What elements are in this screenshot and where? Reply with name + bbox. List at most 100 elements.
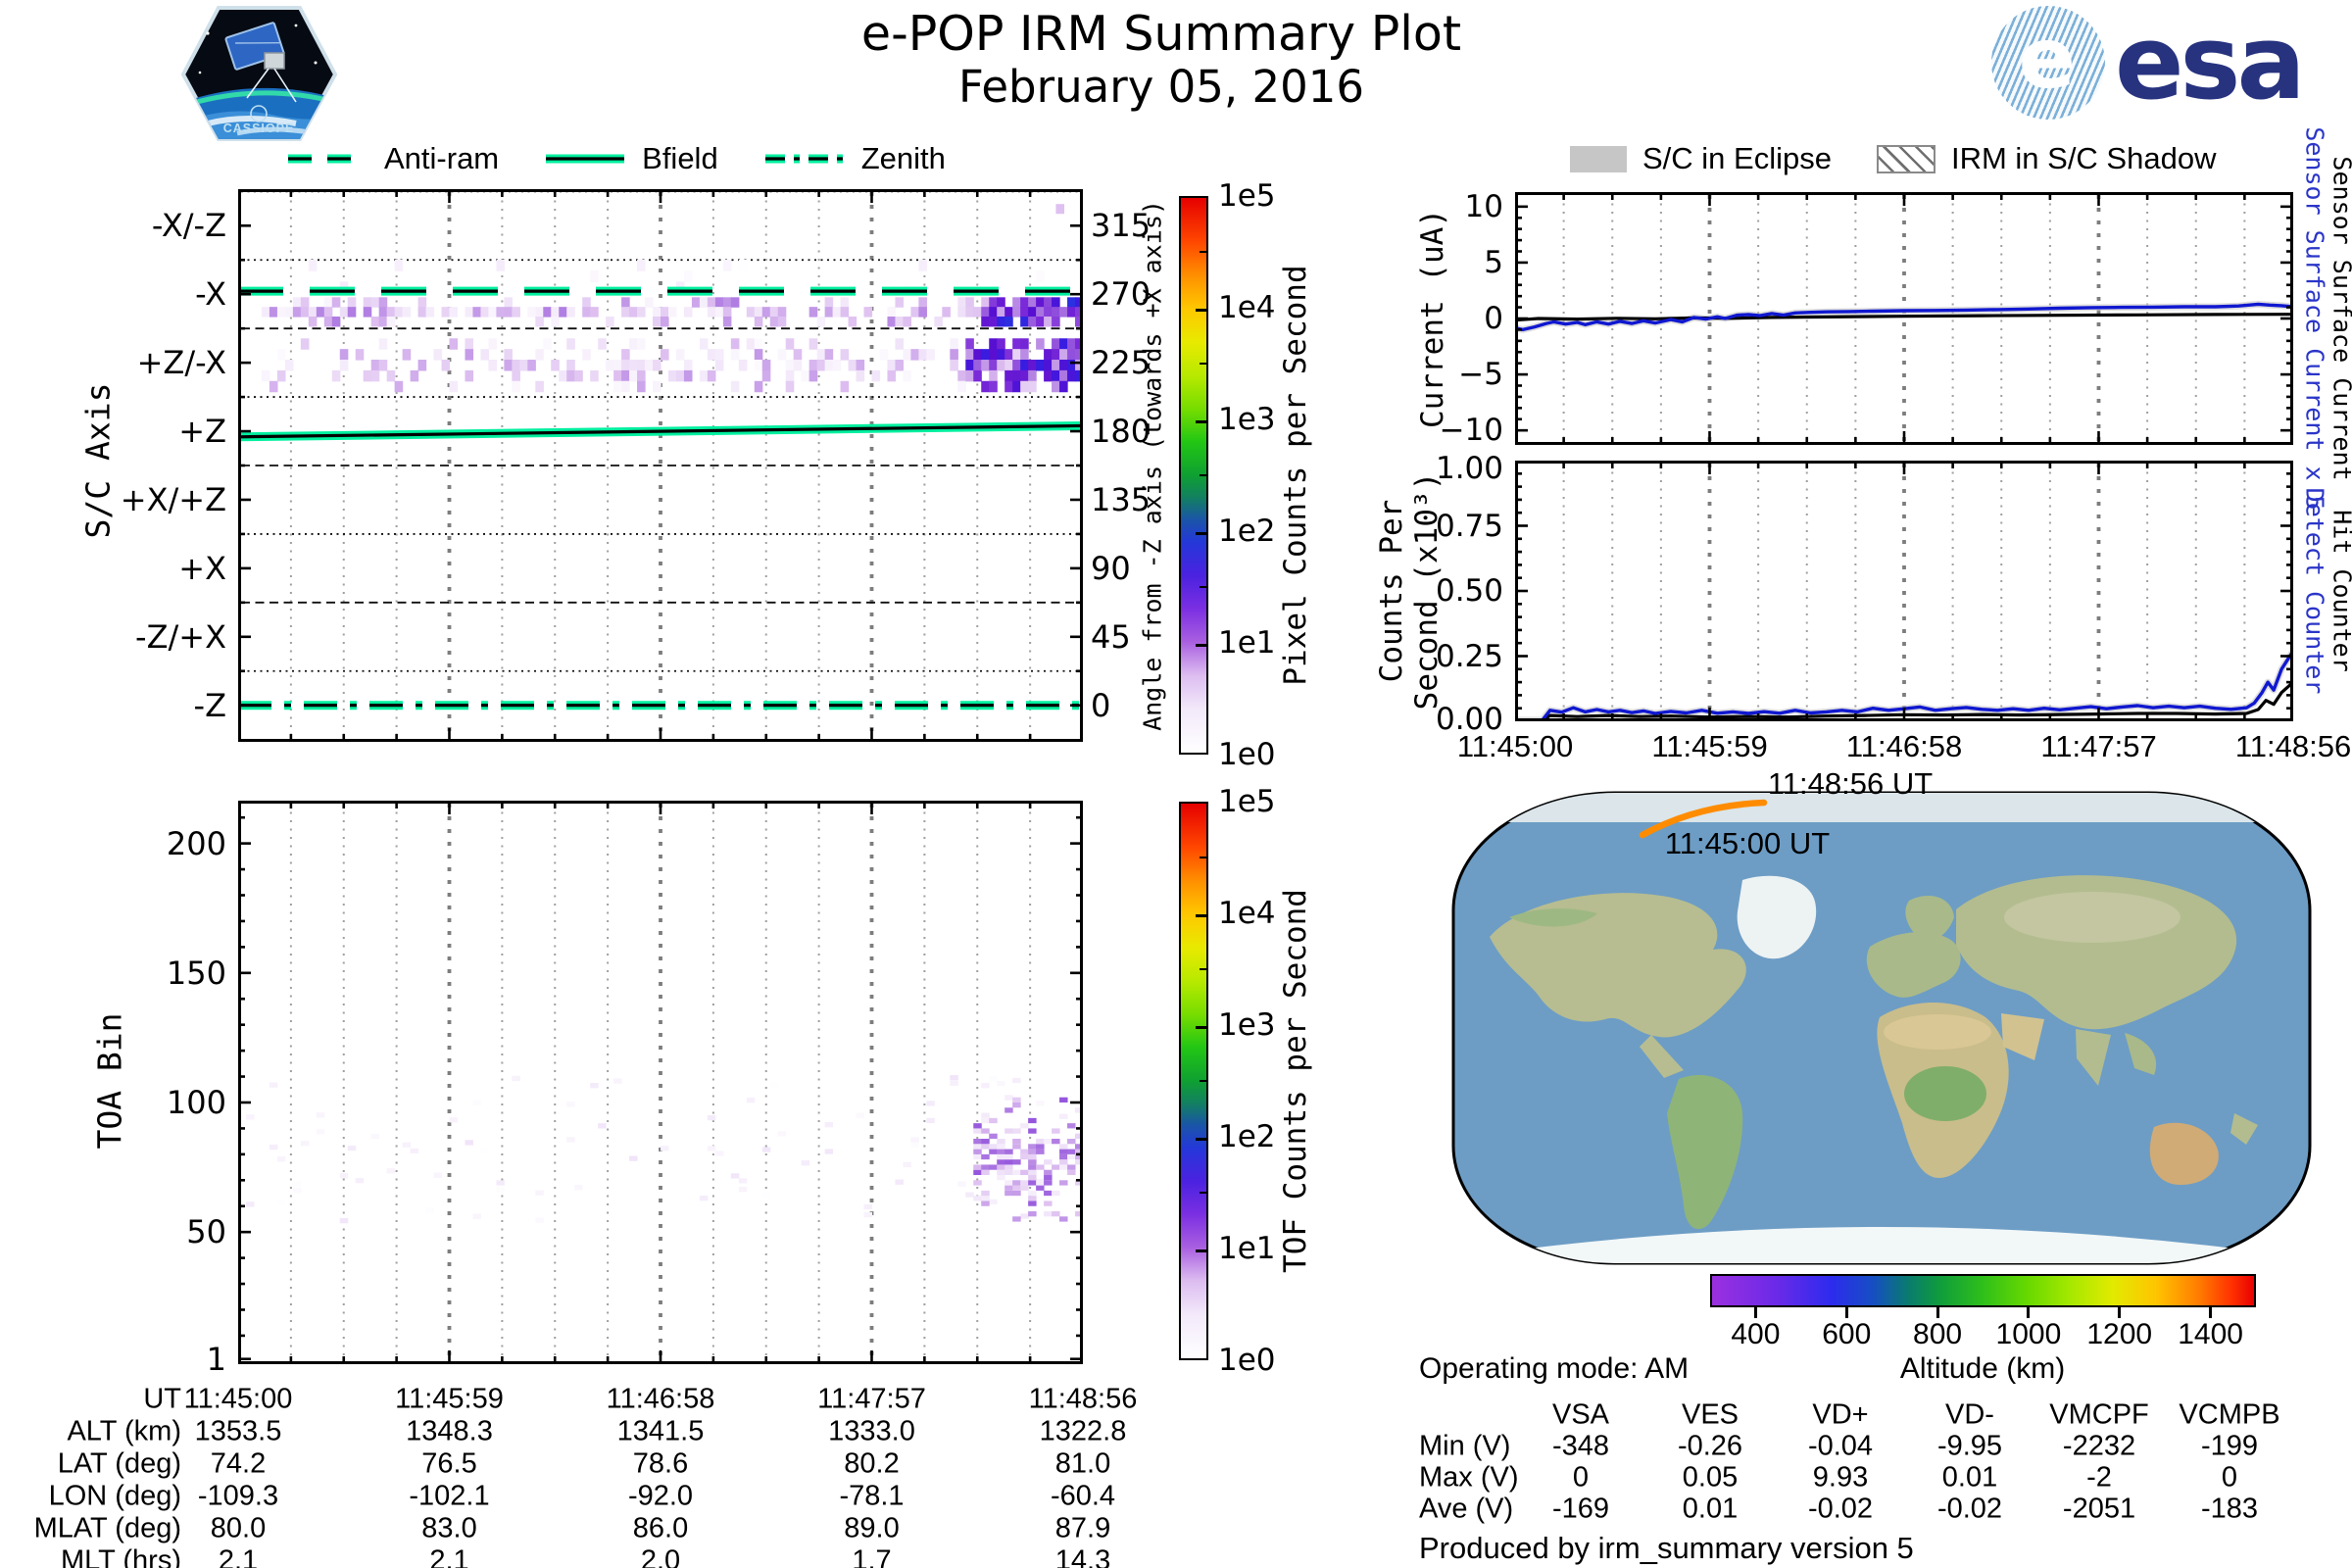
ephemeris-value: 81.0 (1054, 1447, 1111, 1480)
antiram-line-sample (288, 154, 367, 164)
altitude-tick (2027, 1307, 2031, 1318)
altitude-colorbar-label: Altitude (km) (1899, 1352, 2066, 1385)
colorbar-minor-tick (1200, 967, 1207, 971)
toa-ylabel: TOA Bin (90, 1012, 129, 1150)
voltage-value: -199 (2200, 1430, 2259, 1462)
angle-tick-label: 270 (1091, 275, 1152, 314)
y-tick-label: 5 (1484, 244, 1503, 280)
sc-axis-tick-label: -X (195, 275, 226, 314)
altitude-tick (2209, 1307, 2213, 1318)
legend-item-bfield: Bfield (544, 141, 718, 176)
toa-tick-label: 50 (186, 1213, 226, 1251)
detect-counter-label: Detect Counter (2300, 487, 2329, 695)
colorbar-tick-label: 1e1 (1218, 625, 1276, 661)
operating-mode: Operating mode: AM (1419, 1352, 1690, 1385)
colorbar-tick (1196, 531, 1207, 535)
produced-by: Produced by irm_summary version 5 (1419, 1531, 1914, 1565)
bfield-line-sample (546, 154, 625, 164)
track-start-time: 11:45:00 UT (1664, 826, 1831, 860)
toa-tick-label: 100 (166, 1083, 226, 1121)
sc-axis-tick-label: -Z/+X (135, 617, 226, 656)
legend-label: IRM in S/C Shadow (1950, 141, 2217, 175)
orientation-legend: Anti-ram Bfield Zenith (286, 141, 991, 176)
legend-item-shadow: IRM in S/C Shadow (1876, 141, 2217, 176)
esa-logo: e esa (1991, 3, 2306, 122)
colorbar-minor-tick (1200, 1191, 1207, 1195)
world-map (1451, 791, 2312, 1265)
legend-label: Zenith (860, 141, 946, 175)
colorbar-tick-label: 1e1 (1218, 1231, 1276, 1266)
sc-axis-heatmap-plot (238, 189, 1083, 742)
altitude-tick (1844, 1307, 1848, 1318)
legend-item-zenith: Zenith (763, 141, 946, 176)
voltage-value: 0 (2221, 1461, 2238, 1494)
colorbar-tick-label: 1e2 (1218, 1119, 1276, 1154)
ephemeris-value: 11:48:56 (1028, 1383, 1138, 1415)
voltage-column-header: VCMPB (2179, 1398, 2280, 1431)
sc-axis-tick-label: +X (178, 549, 226, 587)
altitude-tick (1753, 1307, 1757, 1318)
page-date: February 05, 2016 (957, 61, 1365, 113)
eclipse-swatch (1570, 145, 1627, 172)
angle-tick-label: 0 (1091, 686, 1111, 724)
toa-tick-label: 150 (166, 954, 226, 992)
legend-label: S/C in Eclipse (1642, 141, 1832, 175)
colorbar-minor-tick (1200, 250, 1207, 254)
toa-bin-heatmap-plot (238, 801, 1083, 1364)
ephemeris-value: 87.9 (1054, 1512, 1111, 1544)
hit-counter-label: Hit Counter (2328, 510, 2352, 672)
zenith-line-sample (764, 154, 844, 164)
altitude-colorbar (1710, 1274, 2256, 1307)
colorbar-tick (1196, 1025, 1207, 1029)
cassiope-label: CASSIOPE (223, 122, 295, 135)
altitude-tick (2118, 1307, 2122, 1318)
sc-axis-tick-label: +Z (178, 413, 226, 451)
tof-colorbar-label: TOF Counts per Second (1278, 889, 1313, 1273)
ephemeris-value: -60.4 (1050, 1480, 1116, 1512)
toa-tick-label: 1 (206, 1340, 226, 1378)
colorbar-tick-label: 1e3 (1218, 1007, 1276, 1043)
esa-globe-icon: e (1991, 6, 2105, 120)
esa-wordmark: esa (2115, 3, 2306, 122)
eclipse-legend: S/C in Eclipse IRM in S/C Shadow (1570, 141, 2261, 176)
colorbar-tick (1196, 643, 1207, 647)
shadow-hatch-swatch (1876, 144, 1936, 173)
colorbar-tick (1196, 1137, 1207, 1141)
toa-tick-label: 200 (166, 824, 226, 862)
colorbar-tick (1196, 419, 1207, 423)
altitude-tick-label: 1400 (2178, 1318, 2243, 1350)
colorbar-tick-label: 1e0 (1218, 1343, 1276, 1378)
angle-tick-label: 45 (1091, 617, 1131, 656)
colorbar-tick-label: 1e4 (1218, 896, 1276, 931)
time-tick-label: 11:48:56 (2234, 729, 2352, 763)
colorbar-tick-label: 1e4 (1218, 290, 1276, 325)
page-title: e-POP IRM Summary Plot (860, 6, 1462, 62)
colorbar-tick-label: 1e0 (1218, 737, 1276, 772)
summary-plot-page: CASSIOPE e-POP IRM Summary Plot February… (0, 0, 2352, 1568)
sc-axis-tick-label: +X/+Z (120, 480, 226, 518)
legend-label: Bfield (642, 141, 718, 175)
colorbar-minor-tick (1200, 585, 1207, 589)
ephemeris-value: 14.3 (1054, 1544, 1111, 1568)
y-tick-label: 1.00 (1435, 451, 1503, 486)
satellite-body (264, 52, 285, 70)
tof-colorbar (1179, 802, 1208, 1360)
sc-axis-tick-label: -Z (193, 686, 226, 724)
colorbar-tick-label: 1e3 (1218, 402, 1276, 437)
y-tick-label: −5 (1458, 357, 1503, 393)
y-tick-label: 0.50 (1435, 573, 1503, 609)
legend-item-antiram: Anti-ram (286, 141, 499, 176)
angle-tick-label: 315 (1091, 207, 1152, 245)
angle-tick-label: 180 (1091, 413, 1152, 451)
sc-axis-tick-label: -X/-Z (151, 207, 226, 245)
angle-tick-label: 135 (1091, 480, 1152, 518)
colorbar-minor-tick (1200, 362, 1207, 366)
colorbar-tick-label: 1e5 (1218, 178, 1276, 214)
esa-globe-e: e (2018, 10, 2076, 108)
colorbar-tick (1196, 1249, 1207, 1252)
pixel-colorbar (1179, 196, 1208, 755)
ephemeris-value: 1322.8 (1039, 1415, 1127, 1447)
voltage-value: -183 (2200, 1493, 2259, 1525)
colorbar-tick (1196, 308, 1207, 312)
colorbar-minor-tick (1200, 473, 1207, 477)
